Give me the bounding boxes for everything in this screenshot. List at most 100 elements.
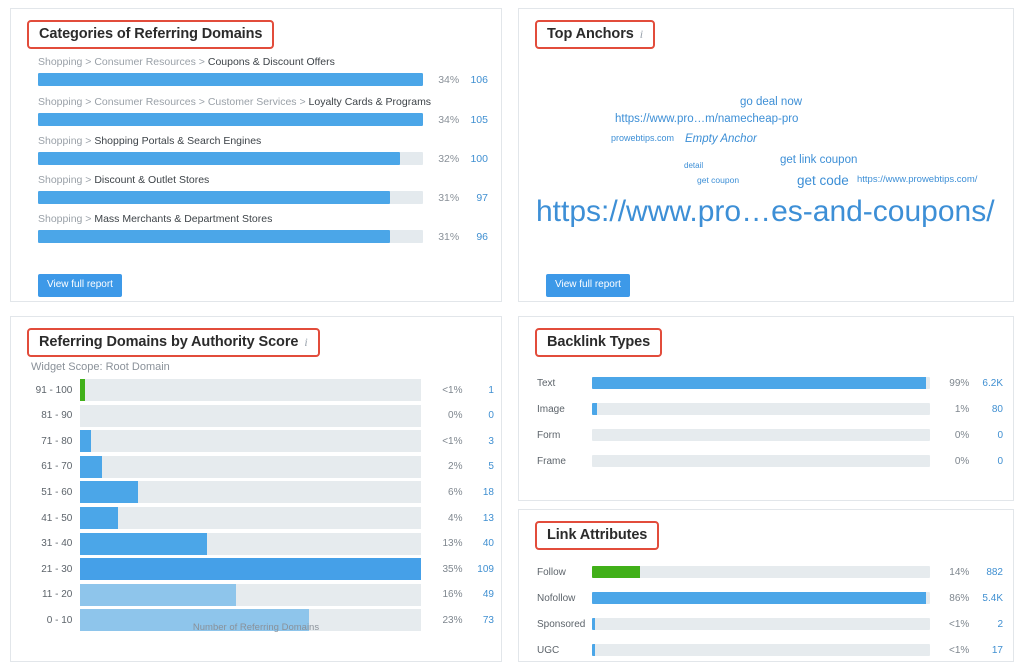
category-label: Shopping > Shopping Portals & Search Eng… [38,135,488,147]
category-path-prefix: Shopping > [38,213,94,225]
authority-value[interactable]: 49 [469,589,494,600]
anchor-cloud-word[interactable]: Empty Anchor [685,134,757,146]
authority-value[interactable]: 1 [469,385,494,396]
authority-bar-track [80,481,421,503]
bar-track [592,592,929,604]
authority-range-label: 71 - 80 [29,436,72,447]
bar-row-percent: 1% [940,404,970,415]
authority-score-row: 11 - 2016%49 [29,584,494,606]
bar-row-label: Follow [537,567,592,578]
bar-fill [592,403,596,415]
bar-fill [592,377,926,389]
anchor-cloud-word[interactable]: get coupon [697,176,739,185]
category-bar-track [38,113,423,126]
authority-value[interactable]: 109 [469,564,494,575]
authority-score-row: 61 - 702%5 [29,456,494,478]
anchor-cloud-word[interactable]: go deal now [740,97,802,109]
view-full-report-button-categories[interactable]: View full report [38,274,122,297]
anchor-cloud-word[interactable]: get code [797,174,849,188]
category-row: Shopping > Shopping Portals & Search Eng… [38,135,488,165]
category-label: Shopping > Discount & Outlet Stores [38,174,488,186]
bar-row-percent: 0% [940,430,970,441]
bar-row: Nofollow86%5.4K [537,590,1003,606]
authority-range-label: 41 - 50 [29,513,72,524]
category-percent: 31% [434,192,459,204]
panel-link-attributes: Link Attributes Follow14%882 Nofollow86%5… [518,509,1014,662]
bar-row: Follow14%882 [537,564,1003,580]
bar-row: Text99%6.2K [537,375,1003,391]
category-value[interactable]: 100 [467,153,488,165]
bar-row-value[interactable]: 80 [977,404,1003,415]
view-full-report-button-anchors[interactable]: View full report [546,274,630,297]
bar-track [592,429,929,441]
bar-row-value[interactable]: 0 [977,456,1003,467]
authority-value[interactable]: 5 [469,461,494,472]
category-label: Shopping > Consumer Resources > Customer… [38,96,488,108]
anchor-cloud-word[interactable]: detail [684,162,703,170]
authority-bar-fill [80,481,138,503]
anchor-cloud-word[interactable]: prowebtips.com [611,134,674,143]
category-bar-fill [38,73,423,86]
bar-row-value[interactable]: 2 [977,619,1003,630]
bar-row: Frame 0% 0 [537,453,1003,469]
authority-value[interactable]: 13 [469,513,494,524]
bar-row-label: Frame [537,456,592,467]
category-leaf-name: Loyalty Cards & Programs [309,96,432,108]
bar-track [592,377,929,389]
authority-value[interactable]: 40 [469,538,494,549]
category-label: Shopping > Consumer Resources > Coupons … [38,56,488,68]
page-title: Backlink Types [547,334,650,350]
category-path-prefix: Shopping > [38,174,94,186]
category-bar-fill [38,152,400,165]
category-bar-fill [38,191,390,204]
category-value[interactable]: 106 [467,74,488,86]
bar-row-label: Image [537,404,592,415]
authority-value[interactable]: 18 [469,487,494,498]
authority-range-label: 11 - 20 [29,589,72,600]
authority-range-label: 61 - 70 [29,461,72,472]
bar-row-value[interactable]: 882 [977,567,1003,578]
anchor-cloud-word[interactable]: https://www.prowebtips.com/ [857,175,977,185]
authority-range-label: 21 - 30 [29,564,72,575]
bar-row-label: Text [537,378,592,389]
category-leaf-name: Mass Merchants & Department Stores [94,213,272,225]
authority-percent: 4% [430,513,462,524]
category-value[interactable]: 105 [467,114,488,126]
bar-row-value[interactable]: 5.4K [977,593,1003,604]
category-bar-track [38,191,423,204]
authority-value[interactable]: 3 [469,436,494,447]
category-path-prefix: Shopping > Consumer Resources > Customer… [38,96,309,108]
authority-bar-track [80,533,421,555]
bar-row-percent: <1% [940,619,970,630]
anchor-cloud-word[interactable]: https://www.pro…m/namecheap-pro [615,114,798,126]
authority-range-label: 51 - 60 [29,487,72,498]
bar-row-value[interactable]: 6.2K [977,378,1003,389]
bar-track [592,403,929,415]
bar-row-label: Sponsored [537,619,592,630]
authority-score-row: 41 - 50 4% 13 [29,507,494,529]
bar-row-percent: <1% [940,645,970,656]
bar-row-label: UGC [537,645,592,656]
authority-score-row: 21 - 3035%109 [29,558,494,580]
category-value[interactable]: 96 [467,231,488,243]
authority-range-label: 81 - 90 [29,410,72,421]
bar-row: UGC <1% 17 [537,642,1003,658]
authority-score-row: 31 - 4013%40 [29,533,494,555]
anchor-cloud-word[interactable]: https://www.pro…es-and-coupons/ [536,197,995,227]
authority-bar-track [80,456,421,478]
bar-row-percent: 0% [940,456,970,467]
category-row: Shopping > Consumer Resources > Coupons … [38,56,488,86]
info-icon[interactable]: i [304,336,307,348]
panel-title-annotation-box: Categories of Referring Domains [27,20,274,49]
panel-title-annotation-box: Link Attributes [535,521,659,550]
authority-value[interactable]: 0 [469,410,494,421]
anchor-cloud-word[interactable]: get link coupon [780,155,857,167]
category-bar-fill [38,230,390,243]
category-value[interactable]: 97 [467,192,488,204]
authority-bar-track [80,379,421,401]
authority-range-label: 91 - 100 [29,385,72,396]
category-path-prefix: Shopping > [38,135,94,147]
bar-track [592,618,929,630]
bar-row-value[interactable]: 0 [977,430,1003,441]
bar-row-value[interactable]: 17 [977,645,1003,656]
